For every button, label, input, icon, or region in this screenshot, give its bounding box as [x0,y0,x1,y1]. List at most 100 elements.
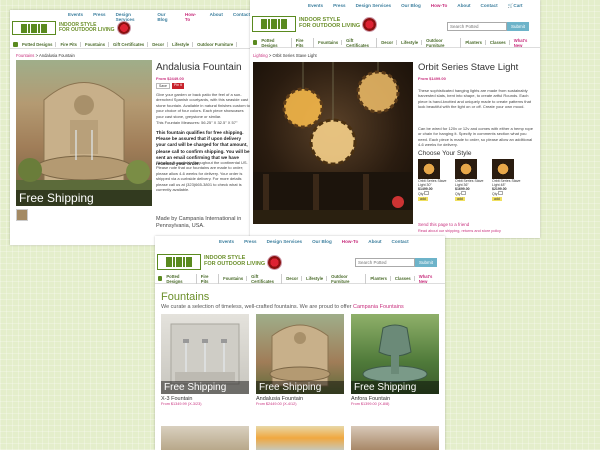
add-to-cart-button[interactable]: add [455,197,465,202]
style-thumbnail[interactable] [492,159,514,179]
main-nav-fire-pits[interactable]: Fire Pits [201,273,220,284]
home-icon[interactable] [158,276,163,281]
product-photo[interactable]: Free Shipping [161,314,249,394]
style-thumbnail[interactable] [455,159,477,179]
main-nav-decor[interactable]: Decor [381,40,398,45]
shipping-info: Shipping is available throughout the con… [156,160,248,192]
qty-input[interactable] [498,191,504,196]
nav-how-to[interactable]: How-To [342,239,359,244]
style-option[interactable]: Orbit Series Stave Light 30" $1499.00 Qt… [418,159,448,202]
product-thumbnail[interactable] [16,209,28,221]
breadcrumb-lighting[interactable]: Lighting [253,53,268,58]
main-nav-fountains[interactable]: Fountains [85,41,110,47]
cart-link[interactable]: 🛒Cart [508,3,523,9]
nav-about[interactable]: About [210,12,223,22]
style-thumbnail[interactable] [418,159,440,179]
main-nav-whats-new[interactable]: What's New [514,38,537,48]
logo-mark-icon [12,21,56,35]
add-to-cart-button[interactable]: add [418,197,428,202]
save-button[interactable]: Save [156,83,170,89]
main-nav-lifestyle[interactable]: Lifestyle [306,276,328,281]
product-price: From $2449.00 [156,76,184,81]
site-logo-right[interactable]: INDOOR STYLE FOR OUTDOOR LIVING [252,16,377,32]
main-nav-planters[interactable]: Planters [370,276,391,281]
main-nav-fountains[interactable]: Fountains [318,40,343,45]
campania-link[interactable]: Campania Fountains [353,304,404,310]
nav-how-to[interactable]: How-To [431,3,448,9]
main-nav-decor[interactable]: Decor [286,276,303,281]
nav-events[interactable]: Events [219,239,234,244]
add-to-cart-button[interactable]: add [492,197,502,202]
style-option[interactable]: Orbit Series Stave Light 36" $1699.00 Qt… [455,159,485,202]
category-heading: Fountains [161,291,210,303]
main-nav-outdoor-furniture[interactable]: Outdoor Furniture [426,37,462,48]
product-card[interactable]: Free Shipping Andalusia Fountain From $2… [256,314,344,406]
search-submit-button[interactable]: Submit [415,258,438,267]
site-logo-bottom[interactable]: INDOOR STYLE FOR OUTDOOR LIVING [157,254,282,270]
product-price-right: From $1499.00 [418,76,446,81]
main-nav-potted-designs[interactable]: Potted Designs [22,41,57,47]
top-nav-bottom: Events Press Design Services Our Blog Ho… [219,239,409,244]
nav-our-blog[interactable]: Our Blog [401,3,421,9]
nav-our-blog[interactable]: Our Blog [312,239,332,244]
main-nav-fountains[interactable]: Fountains [223,276,248,281]
main-nav-gift-certificates[interactable]: Gift Certificates [346,37,378,48]
main-nav-classes[interactable]: Classes [395,276,415,281]
product-photo-partial[interactable] [351,426,439,450]
qty-input[interactable] [424,191,430,196]
product-photo-partial[interactable] [161,426,249,450]
main-nav-lifestyle[interactable]: Lifestyle [401,40,423,45]
nav-design-services[interactable]: Design Services [267,239,303,244]
nav-how-to[interactable]: How-To [185,12,200,22]
main-nav-fire-pits[interactable]: Fire Pits [60,41,82,47]
award-seal-icon [268,255,282,269]
breadcrumb-fountains[interactable]: Fountains [16,53,34,58]
description-right-2: Can be wired for 120v or 12v and comes w… [418,126,533,148]
free-shipping-banner: Free Shipping [16,190,152,206]
main-nav: Potted Designs Fire Pits Fountains Gift … [10,40,250,49]
main-nav-outdoor-furniture[interactable]: Outdoor Furniture [331,273,367,284]
style-option[interactable]: Orbit Series Stave Light 48" $2199.00 Qt… [492,159,522,202]
nav-about[interactable]: About [368,239,381,244]
nav-events[interactable]: Events [308,3,323,9]
main-nav-whats-new[interactable]: What's New [419,274,442,284]
nav-about[interactable]: About [457,3,470,9]
product-card[interactable]: Free Shipping Anfora Fountain From $1399… [351,314,439,406]
logo-text: INDOOR STYLE FOR OUTDOOR LIVING [59,21,115,33]
policy-link[interactable]: Read about our shipping, returns and sto… [418,229,501,233]
main-nav-classes[interactable]: Classes [490,40,510,45]
main-nav-fire-pits[interactable]: Fire Pits [296,37,315,48]
nav-contact[interactable]: Contact [481,3,498,9]
main-nav-potted-designs[interactable]: Potted Designs [166,273,197,284]
andalusia-fountain-photo[interactable]: Free Shipping [16,60,152,206]
main-nav-gift-certificates[interactable]: Gift Certificates [113,41,149,47]
nav-design-services[interactable]: Design Services [356,3,392,9]
nav-press[interactable]: Press [333,3,346,9]
orbit-light-photo[interactable] [253,62,413,224]
nav-contact[interactable]: Contact [233,12,250,22]
product-photo[interactable]: Free Shipping [351,314,439,394]
main-nav-gift-certificates[interactable]: Gift Certificates [251,273,283,284]
pin-it-button[interactable]: Pin it [171,83,184,89]
home-icon[interactable] [13,41,18,47]
nav-our-blog[interactable]: Our Blog [157,12,175,22]
search-input[interactable] [355,258,415,267]
home-icon[interactable] [253,40,258,45]
product-card[interactable]: Free Shipping X-3 Fountain From $1349.99… [161,314,249,406]
send-to-friend-link[interactable]: Send this page to a friend [418,222,469,227]
nav-contact[interactable]: Contact [392,239,409,244]
site-logo[interactable]: INDOOR STYLE FOR OUTDOOR LIVING [12,21,130,35]
main-nav-lifestyle[interactable]: Lifestyle [172,41,194,47]
qty-input[interactable] [461,191,467,196]
nav-press[interactable]: Press [244,239,257,244]
breadcrumb-current: Andalusia Fountain [38,53,75,58]
product-price: From $1349.99 (X-3/23) [161,402,202,406]
main-nav-outdoor-furniture[interactable]: Outdoor Furniture [197,41,238,47]
main-nav-decor[interactable]: Decor [152,41,169,47]
main-nav-planters[interactable]: Planters [465,40,486,45]
search-submit-button[interactable]: Submit [507,22,530,31]
product-photo[interactable]: Free Shipping [256,314,344,394]
search-input[interactable] [447,22,507,31]
product-photo-partial[interactable] [256,426,344,450]
main-nav-potted-designs[interactable]: Potted Designs [261,37,292,48]
